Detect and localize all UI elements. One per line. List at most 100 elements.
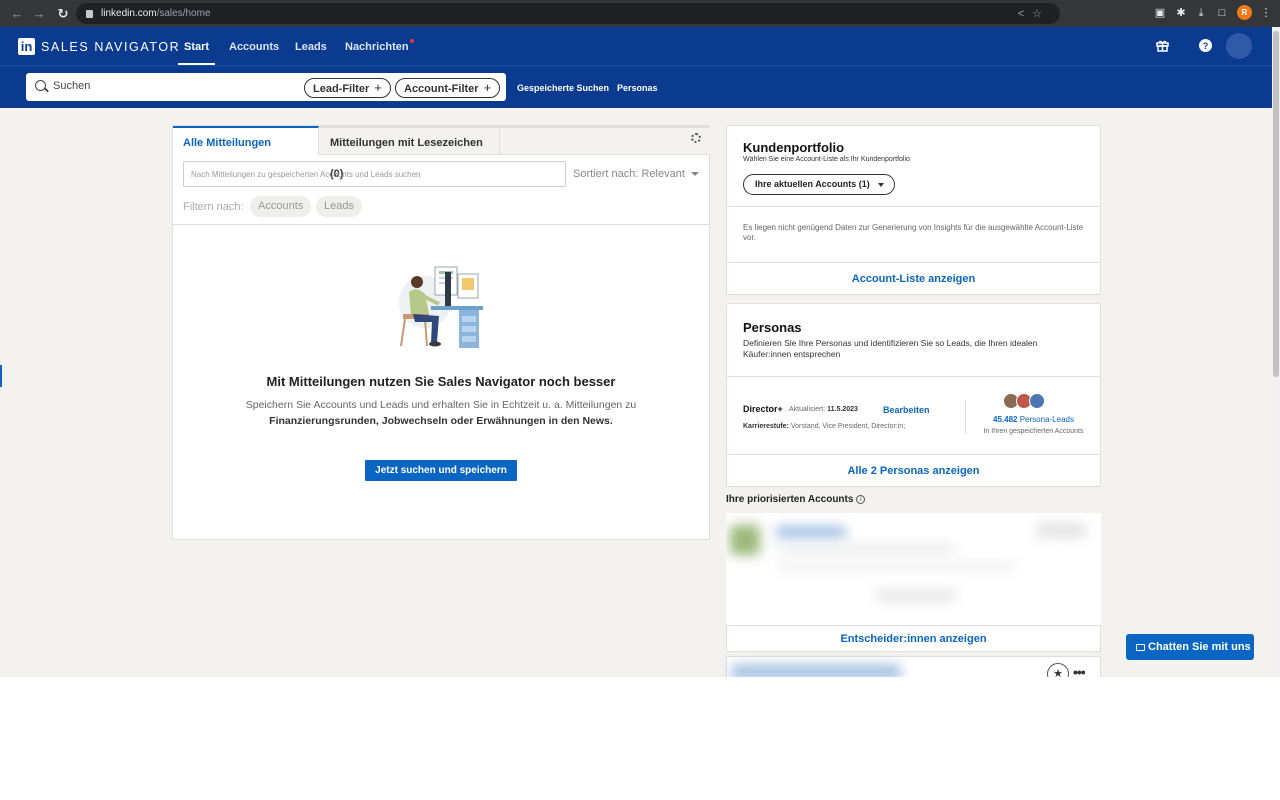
extension-icon[interactable]: ▣	[1154, 7, 1166, 19]
back-icon[interactable]: ←	[8, 6, 26, 21]
gear-icon[interactable]	[691, 133, 701, 143]
nav-tab-leads[interactable]: Leads	[295, 27, 327, 65]
empty-state-text-line-1: Speichern Sie Accounts und Leads und erh…	[245, 399, 637, 411]
book-of-business-card: Kundenportfolio Wählen Sie eine Account-…	[726, 125, 1101, 295]
edge-indicator	[0, 365, 2, 387]
persona-career-label: Karrierestufe:	[743, 423, 789, 430]
blurred-text	[776, 545, 956, 552]
personas-card: Personas Definieren Sie Ihre Personas un…	[726, 303, 1101, 487]
blurred-text	[776, 563, 1016, 570]
page-scrollbar[interactable]	[1272, 27, 1280, 677]
prioritized-accounts-preview	[726, 513, 1101, 625]
filter-chip-accounts[interactable]: Accounts	[250, 196, 312, 217]
persona-updated-date: 11.5.2023	[827, 406, 858, 413]
blurred-text	[876, 591, 956, 600]
persona-career-level: Karrierestufe: Vorstand, Vice President,…	[743, 423, 905, 430]
sales-nav-header: in SALES NAVIGATOR Start Accounts Leads …	[0, 27, 1272, 65]
divider	[727, 376, 1100, 377]
gift-icon[interactable]	[1156, 39, 1169, 55]
prioritized-accounts-title: Ihre priorisierten Accounts i	[726, 494, 866, 505]
persona-lead-count-number: 45.482	[993, 415, 1018, 424]
info-icon[interactable]: i	[856, 495, 866, 504]
search-input[interactable]: Suchen	[53, 80, 90, 92]
help-icon[interactable]: ?	[1199, 39, 1212, 55]
account-filter-label: Account-Filter	[404, 83, 479, 95]
tab-bookmarked-alerts[interactable]: Mitteilungen mit Lesezeichen (0)	[319, 126, 500, 180]
divider	[173, 224, 709, 225]
empty-state-text-line-2: Finanzierungsrunden, Jobwechseln oder Er…	[269, 415, 613, 427]
lock-icon	[86, 9, 93, 18]
address-bar[interactable]: linkedin.com/sales/home <☆	[76, 3, 1060, 24]
global-search[interactable]: Suchen Lead-Filter + Account-Filter +	[26, 73, 506, 101]
nav-tab-accounts[interactable]: Accounts	[229, 27, 279, 65]
filter-chip-leads[interactable]: Leads	[316, 196, 362, 217]
menu-dots-icon[interactable]: ⋮	[1260, 7, 1272, 19]
chat-icon	[1136, 644, 1145, 651]
user-avatar[interactable]	[1226, 33, 1252, 59]
download-icon[interactable]: ⤓	[1195, 7, 1207, 19]
forward-icon[interactable]: →	[30, 6, 48, 21]
filter-label: Filtern nach:	[183, 201, 244, 213]
account-filter-button[interactable]: Account-Filter +	[395, 78, 501, 98]
next-account-card: ★ •••	[726, 656, 1101, 677]
more-icon[interactable]: •••	[1073, 664, 1086, 677]
avatar	[1029, 393, 1045, 409]
tab-bar-spacer	[500, 126, 710, 155]
personas-link[interactable]: Personas	[617, 83, 658, 93]
blurred-logo	[730, 525, 760, 555]
persona-career-value: Vorstand, Vice President, Director:in;	[790, 423, 906, 430]
view-all-personas-link[interactable]: Alle 2 Personas anzeigen	[727, 465, 1100, 477]
divider	[965, 400, 966, 434]
view-decision-makers-link[interactable]: Entscheider:innen anzeigen	[727, 633, 1100, 645]
alerts-feed-card: Alle Mitteilungen Mitteilungen mit Lesez…	[172, 125, 710, 540]
sort-label: Sortiert nach: Relevant	[573, 168, 685, 180]
sort-dropdown[interactable]: Sortiert nach: Relevant	[573, 168, 699, 180]
chat-button[interactable]: Chatten Sie mit uns	[1126, 634, 1254, 660]
sidepanel-icon[interactable]: □	[1216, 7, 1228, 19]
view-account-list-link[interactable]: Account-Liste anzeigen	[727, 273, 1100, 285]
lead-filter-button[interactable]: Lead-Filter +	[304, 78, 391, 98]
profile-avatar[interactable]: R	[1237, 5, 1252, 20]
plus-icon: +	[483, 80, 492, 95]
blurred-text	[1036, 523, 1086, 537]
persona-lead-count[interactable]: 45.482 Persona-Leads	[967, 415, 1100, 424]
url-path: /sales/home	[156, 8, 211, 19]
persona-edit-link[interactable]: Bearbeiten	[883, 405, 930, 415]
reload-icon[interactable]: ↻	[54, 6, 72, 22]
share-icon[interactable]: <	[1018, 8, 1032, 20]
portfolio-subtitle: Wählen Sie eine Account-Liste als Ihr Ku…	[743, 156, 910, 163]
prioritized-accounts-label: Ihre priorisierten Accounts	[726, 494, 854, 505]
search-and-save-button[interactable]: Jetzt suchen und speichern	[365, 460, 517, 481]
chat-button-label: Chatten Sie mit uns	[1148, 641, 1251, 653]
scrollbar-thumb[interactable]	[1273, 31, 1279, 377]
alerts-search-input[interactable]: Nach Mitteilungen zu gespeicherten Accou…	[183, 161, 566, 187]
account-list-dropdown[interactable]: Ihre aktuellen Accounts (1)	[743, 174, 895, 195]
browser-viewport: ← → ↻ linkedin.com/sales/home <☆ ▣ ✱ ⤓ □…	[0, 0, 1280, 677]
persona-updated: Aktualisiert: 11.5.2023	[789, 406, 858, 413]
brand-name: SALES NAVIGATOR	[41, 39, 181, 54]
search-icon	[35, 80, 46, 91]
empty-state-text: Speichern Sie Accounts und Leads und erh…	[233, 397, 649, 429]
persona-lead-count-label: Persona-Leads	[1019, 415, 1074, 424]
nav-tab-messages-label: Nachrichten	[345, 41, 409, 53]
plus-icon: +	[374, 80, 382, 95]
url-host: linkedin.com	[101, 8, 157, 19]
nav-tab-start[interactable]: Start	[178, 27, 216, 65]
linkedin-logo-icon: in	[18, 38, 35, 55]
prioritized-accounts-footer: Entscheider:innen anzeigen	[726, 625, 1101, 652]
notification-dot	[409, 39, 414, 43]
nav-tab-messages[interactable]: Nachrichten	[345, 27, 414, 65]
account-list-dropdown-label: Ihre aktuellen Accounts (1)	[755, 179, 870, 189]
lead-filter-label: Lead-Filter	[313, 83, 370, 95]
blurred-text	[731, 665, 901, 677]
browser-toolbar: ← → ↻ linkedin.com/sales/home <☆ ▣ ✱ ⤓ □…	[0, 0, 1280, 27]
saved-searches-link[interactable]: Gespeicherte Suchen	[517, 83, 609, 93]
puzzle-icon[interactable]: ✱	[1175, 7, 1187, 19]
brand[interactable]: in SALES NAVIGATOR	[18, 38, 180, 55]
star-icon[interactable]: ★	[1047, 663, 1069, 677]
persona-name: Director+	[743, 404, 783, 414]
svg-text:?: ?	[1203, 41, 1209, 51]
tab-all-alerts[interactable]: Alle Mitteilungen	[173, 126, 319, 155]
insight-message: Es liegen nicht genügend Daten zur Gener…	[743, 223, 1084, 242]
bookmark-star-icon[interactable]: ☆	[1032, 8, 1050, 20]
